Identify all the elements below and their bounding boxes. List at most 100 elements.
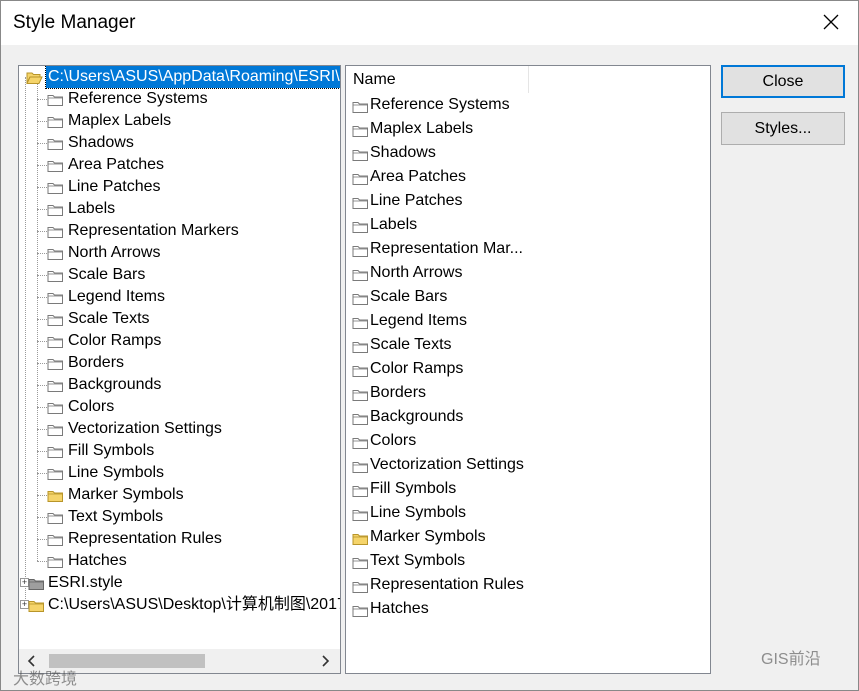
tree-item-label: Text Symbols (68, 508, 164, 525)
styles-button[interactable]: Styles... (721, 112, 845, 145)
tree-guide-line (37, 275, 47, 276)
folder-outline-icon (47, 92, 64, 106)
watermark-left: 大数跨境 (13, 671, 78, 688)
folder-outline-icon (47, 312, 64, 326)
watermark-right: GIS前沿 (761, 651, 821, 668)
tree-item[interactable]: Color Ramps (19, 330, 340, 352)
folder-outline-icon (47, 510, 64, 524)
list-item-label: Representation Mar... (370, 240, 523, 257)
folder-open-icon (26, 70, 43, 84)
tree-item[interactable]: Labels (19, 198, 340, 220)
folder-yellow-icon (47, 488, 64, 502)
folder-yellow-icon (352, 530, 369, 545)
folder-outline-icon (47, 400, 64, 414)
tree-item-label: Legend Items (68, 288, 165, 305)
tree-guide-line (37, 429, 47, 430)
list-item-label: Text Symbols (370, 552, 466, 569)
tree-guide-line (37, 539, 47, 540)
tree-item[interactable]: Shadows (19, 132, 340, 154)
style-manager-window: Style Manager C:\Users\ASUS\AppData\Roam… (0, 0, 859, 691)
tree-guide-line (37, 209, 47, 210)
tree-item[interactable]: Text Symbols (19, 506, 340, 528)
folder-outline-icon (47, 114, 64, 128)
tree-item[interactable]: Borders (19, 352, 340, 374)
close-button[interactable]: Close (721, 65, 845, 98)
tree-item[interactable]: Hatches (19, 550, 340, 572)
tree-root-item[interactable]: + ESRI.style (19, 572, 340, 594)
list-item-label: Reference Systems (370, 96, 510, 113)
tree-item-label: Shadows (68, 134, 134, 151)
tree-item-label: Hatches (68, 552, 127, 569)
folder-outline-icon (352, 218, 369, 233)
tree-guide-line (37, 495, 47, 496)
folder-outline-icon (352, 578, 369, 593)
tree-item[interactable]: Backgrounds (19, 374, 340, 396)
tree-guide-line (37, 231, 47, 232)
list-item-label: Area Patches (370, 168, 467, 185)
tree-item[interactable]: Representation Markers (19, 220, 340, 242)
scroll-right-icon[interactable] (318, 654, 332, 668)
tree-item-label: Representation Rules (68, 530, 222, 547)
tree-item-label: C:\Users\ASUS\Desktop\计算机制图\2017 (48, 596, 340, 613)
close-window-icon[interactable] (818, 9, 844, 35)
list-item-label: North Arrows (370, 264, 463, 281)
list-item-label: Labels (370, 216, 418, 233)
tree-guide-line (37, 473, 47, 474)
tree-item-label: ESRI.style (48, 574, 123, 591)
tree-root-label: C:\Users\ASUS\AppData\Roaming\ESRI\ (45, 66, 340, 89)
title-bar: Style Manager (1, 1, 858, 45)
tree-item[interactable]: Marker Symbols (19, 484, 340, 506)
folder-outline-icon (352, 434, 369, 449)
folder-outline-icon (47, 444, 64, 458)
folder-outline-icon (352, 362, 369, 377)
tree-item[interactable]: Reference Systems (19, 88, 340, 110)
folder-outline-icon (352, 122, 369, 137)
tree-guide-line (37, 143, 47, 144)
tree-guide-line (37, 99, 47, 100)
tree-item[interactable]: Scale Bars (19, 264, 340, 286)
folder-outline-icon (352, 554, 369, 569)
tree-item[interactable]: Area Patches (19, 154, 340, 176)
tree-guide-line (37, 297, 47, 298)
list-item-label: Colors (370, 432, 417, 449)
tree-guide-line (37, 187, 47, 188)
name-column-header[interactable]: Name (346, 66, 529, 93)
tree-item-label: North Arrows (68, 244, 161, 261)
tree-item-label: Labels (68, 200, 116, 217)
style-tree[interactable]: C:\Users\ASUS\AppData\Roaming\ESRI\ Refer… (18, 65, 341, 674)
list-item-label: Borders (370, 384, 427, 401)
folder-outline-icon (352, 290, 369, 305)
tree-item[interactable]: Vectorization Settings (19, 418, 340, 440)
tree-item[interactable]: Line Patches (19, 176, 340, 198)
list-item-label: Maplex Labels (370, 120, 474, 137)
tree-item-label: Line Patches (68, 178, 161, 195)
folder-outline-icon (352, 146, 369, 161)
folder-outline-icon (47, 290, 64, 304)
tree-item-label: Borders (68, 354, 125, 371)
tree-content: C:\Users\ASUS\AppData\Roaming\ESRI\ Refer… (19, 66, 340, 650)
folder-outline-icon (352, 602, 369, 617)
tree-item[interactable]: Line Symbols (19, 462, 340, 484)
tree-root-item[interactable]: C:\Users\ASUS\AppData\Roaming\ESRI\ (19, 66, 340, 89)
folder-outline-icon (47, 180, 64, 194)
tree-item[interactable]: North Arrows (19, 242, 340, 264)
tree-item[interactable]: Scale Texts (19, 308, 340, 330)
list-item-label: Representation Rules (370, 576, 524, 593)
tree-item[interactable]: Fill Symbols (19, 440, 340, 462)
window-title: Style Manager (13, 12, 136, 33)
tree-item-label: Reference Systems (68, 90, 208, 107)
tree-item[interactable]: Maplex Labels (19, 110, 340, 132)
tree-item-label: Area Patches (68, 156, 165, 173)
tree-guide-line (37, 407, 47, 408)
list-item-label: Marker Symbols (370, 528, 486, 545)
list-item-label: Line Symbols (370, 504, 467, 521)
folder-outline-icon (47, 246, 64, 260)
tree-item[interactable]: Legend Items (19, 286, 340, 308)
style-contents-list[interactable]: Name Reference Systems Maplex Labels Shado… (345, 65, 711, 674)
list-item-label: Color Ramps (370, 360, 464, 377)
tree-item[interactable]: Colors (19, 396, 340, 418)
tree-root-item[interactable]: + C:\Users\ASUS\Desktop\计算机制图\2017 (19, 594, 340, 616)
tree-item[interactable]: Representation Rules (19, 528, 340, 550)
folder-outline-icon (47, 532, 64, 546)
list-item-label: Legend Items (370, 312, 467, 329)
